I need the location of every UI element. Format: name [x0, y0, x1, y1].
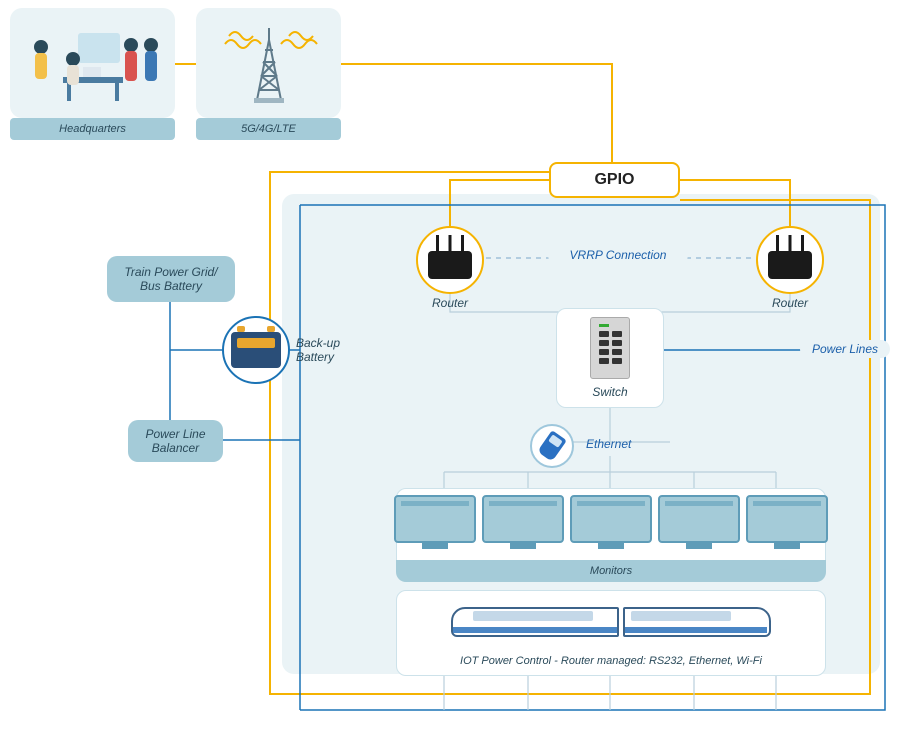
cell-card [196, 8, 341, 118]
gpio-box: GPIO [549, 162, 680, 198]
people-illustration [23, 23, 163, 103]
router-icon [428, 251, 472, 279]
balancer-label: Power Line Balancer [145, 427, 205, 455]
vrrp-label: VRRP Connection [548, 246, 688, 264]
router-right-label: Router [756, 294, 824, 312]
router-right-circle [756, 226, 824, 294]
switch-box: Switch [556, 308, 664, 408]
battery-circle [222, 316, 290, 384]
balancer-pill: Power Line Balancer [128, 420, 223, 462]
iot-box: IOT Power Control - Router managed: RS23… [396, 590, 826, 676]
grid-pill: Train Power Grid/ Bus Battery [107, 256, 235, 302]
grid-label: Train Power Grid/ Bus Battery [124, 265, 217, 293]
hq-caption: Headquarters [10, 118, 175, 140]
hq-card [10, 8, 175, 118]
cell-tower-icon [251, 24, 287, 102]
ethernet-plug-icon [537, 430, 567, 462]
battery-label: Back-up Battery [296, 336, 340, 364]
monitor-icon [482, 495, 564, 553]
router-left-circle [416, 226, 484, 294]
power-lines-label: Power Lines [800, 340, 890, 358]
router-left-label: Router [416, 294, 484, 312]
router-icon [768, 251, 812, 279]
ethernet-label: Ethernet [586, 434, 666, 454]
monitor-icon [746, 495, 828, 553]
ethernet-circle [530, 424, 574, 468]
monitors-row [391, 495, 831, 553]
battery-icon [231, 332, 281, 368]
gpio-label: GPIO [594, 171, 634, 189]
monitor-icon [394, 495, 476, 553]
battery-label-box: Back-up Battery [296, 332, 376, 368]
monitor-icon [658, 495, 740, 553]
monitor-icon [570, 495, 652, 553]
switch-label: Switch [592, 385, 627, 399]
train-icon [451, 599, 771, 649]
monitors-caption: Monitors [396, 560, 826, 582]
iot-caption: IOT Power Control - Router managed: RS23… [460, 655, 762, 667]
switch-icon [590, 317, 630, 379]
cell-caption: 5G/4G/LTE [196, 118, 341, 140]
